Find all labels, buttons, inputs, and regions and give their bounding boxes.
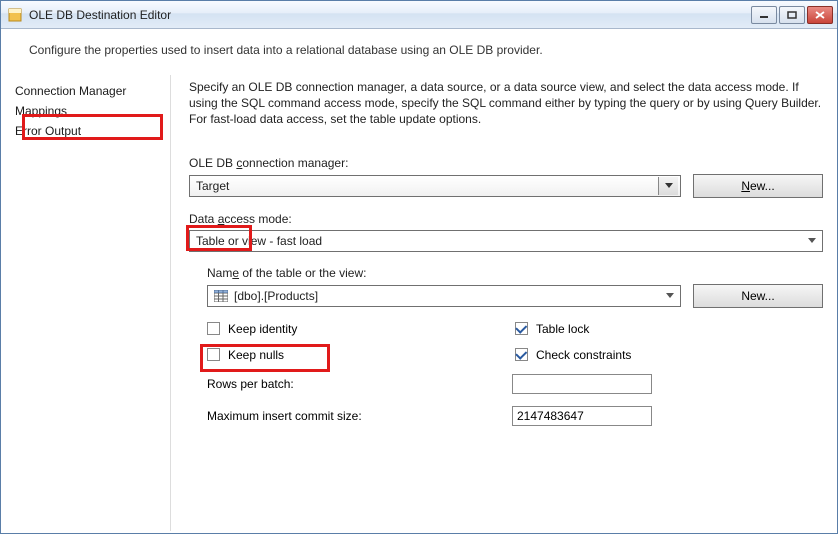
window-title: OLE DB Destination Editor [29, 8, 751, 22]
sidebar: Connection Manager Mappings Error Output [1, 75, 171, 531]
table-name-label: Name of the table or the view: [207, 266, 823, 280]
chevron-down-icon [661, 287, 678, 305]
conn-mgr-dropdown[interactable]: Target [189, 175, 681, 197]
table-lock-checkbox[interactable] [515, 322, 528, 335]
table-name-dropdown[interactable]: [dbo].[Products] [207, 285, 681, 307]
maximize-button[interactable] [779, 6, 805, 24]
rows-per-batch-input[interactable] [512, 374, 652, 394]
sidebar-item-mappings[interactable]: Mappings [1, 101, 170, 121]
table-lock-label: Table lock [536, 322, 589, 336]
max-commit-label: Maximum insert commit size: [207, 409, 512, 423]
table-icon [214, 290, 228, 302]
chevron-down-icon [658, 177, 678, 195]
table-name-value: [dbo].[Products] [234, 289, 318, 303]
access-mode-value: Table or view - fast load [196, 234, 803, 248]
panel-instructions: Specify an OLE DB connection manager, a … [189, 79, 823, 128]
new-table-button[interactable]: New... [693, 284, 823, 308]
check-constraints-checkbox[interactable] [515, 348, 528, 361]
keep-nulls-label: Keep nulls [228, 348, 284, 362]
app-icon [7, 7, 23, 23]
check-constraints-label: Check constraints [536, 348, 631, 362]
conn-mgr-value: Target [196, 179, 658, 193]
access-mode-dropdown[interactable]: Table or view - fast load [189, 230, 823, 252]
new-conn-button[interactable]: New... [693, 174, 823, 198]
window-buttons [751, 6, 833, 24]
conn-mgr-label: OLE DB connection manager: [189, 156, 823, 170]
content-panel: Specify an OLE DB connection manager, a … [171, 75, 837, 531]
close-button[interactable] [807, 6, 833, 24]
sidebar-item-error-output[interactable]: Error Output [1, 121, 170, 141]
sidebar-item-connection-manager[interactable]: Connection Manager [1, 81, 170, 101]
dialog-description: Configure the properties used to insert … [1, 29, 837, 75]
keep-nulls-checkbox[interactable] [207, 348, 220, 361]
max-commit-input[interactable] [512, 406, 652, 426]
chevron-down-icon [803, 232, 820, 250]
keep-identity-checkbox[interactable] [207, 322, 220, 335]
access-mode-label: Data access mode: [189, 212, 823, 226]
rows-per-batch-label: Rows per batch: [207, 377, 512, 391]
keep-identity-label: Keep identity [228, 322, 297, 336]
minimize-button[interactable] [751, 6, 777, 24]
titlebar: OLE DB Destination Editor [1, 1, 837, 29]
